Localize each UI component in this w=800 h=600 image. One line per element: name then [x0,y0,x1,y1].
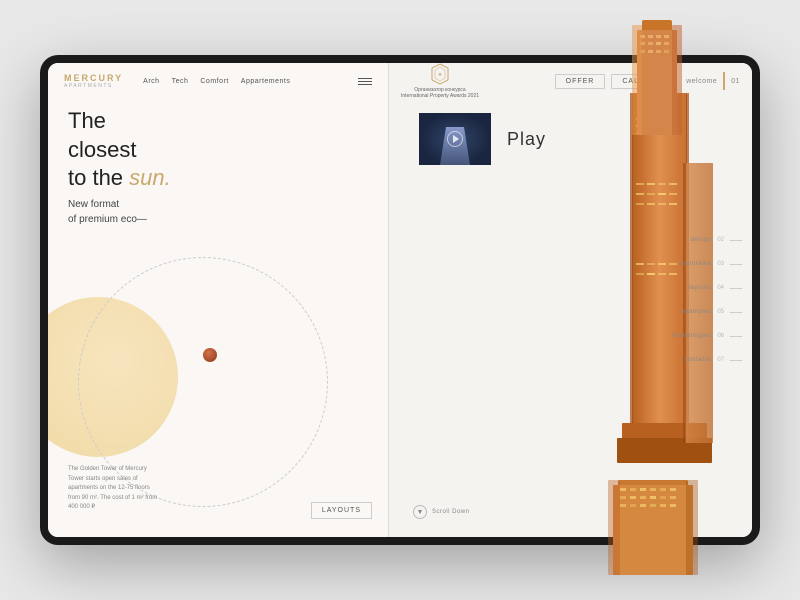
play-arrow-icon [453,135,459,143]
nav-link-tech[interactable]: Tech [172,78,189,85]
side-nav-line-examples [730,312,742,313]
side-nav-label-examples: examples [682,309,712,315]
bottom-info-text: The Golden Tower of Mercury Tower starts… [68,465,157,513]
hero-content: The closest to the sun. New format of pr… [48,99,388,227]
device-frame: MERCURY APARTMENTS Arch Tech Comfort App… [40,55,760,545]
award-logo: ★ Организатор конкурса International Pro… [401,63,479,100]
scroll-text: Scroll Down [432,509,470,515]
hamburger-line3 [358,84,372,85]
side-nav-label-panorama: panorama [680,261,711,267]
hamburger-line1 [358,78,372,79]
play-button-circle [447,131,463,147]
scroll-arrow-icon: ▼ [413,505,427,519]
camera-notch [42,285,46,315]
award-line1: Организатор конкурса [414,87,465,93]
info-line5: 400 000 ₽ [68,504,95,510]
award-line2: International Property Awards 2021 [401,93,479,99]
left-panel: MERCURY APARTMENTS Arch Tech Comfort App… [48,63,388,537]
side-nav-item-examples[interactable]: examples 05 [682,309,742,315]
right-panel: ★ Организатор конкурса International Pro… [389,63,752,537]
hero-line1: The [68,108,106,133]
nav-links: Arch Tech Comfort Appartements [143,78,358,85]
hero-subtitle: New format of premium eco— [68,197,368,227]
hamburger-line2 [358,81,372,82]
nav-link-arch[interactable]: Arch [143,78,159,85]
right-topbar: ★ Организатор конкурса International Pro… [389,63,752,99]
side-nav-line-design [730,240,742,241]
hero-subtitle-text: New format [68,199,119,210]
side-nav-label-layouts: layouts [689,285,712,291]
welcome-badge: welcome 01 [686,72,740,90]
side-nav-label-contacts: contacts [685,357,711,363]
welcome-accent-line [723,72,725,90]
side-nav-item-contacts[interactable]: contacts 07 [685,357,742,363]
side-nav-line-panorama [730,264,742,265]
side-nav-line-technologies [730,336,742,337]
hero-line3: to the [68,165,123,190]
offer-button[interactable]: OFFER [555,74,606,89]
logo-text: MERCURY [64,73,123,83]
side-nav-num-panorama: 03 [717,261,724,267]
play-label: Play [507,129,546,150]
navbar: MERCURY APARTMENTS Arch Tech Comfort App… [48,63,388,99]
side-nav-num-design: 02 [717,237,724,243]
hero-line2: closest [68,137,136,162]
call-me-button[interactable]: CALL ME [611,74,670,89]
svg-text:★: ★ [438,72,443,78]
award-text: Организатор конкурса International Prope… [401,87,479,100]
side-nav-line-contacts [730,360,742,361]
side-nav-label-design: design [691,237,712,243]
play-icon-overlay [419,113,491,165]
scroll-indicator[interactable]: ▼ Scroll Down [413,505,470,519]
play-section: Play [419,113,546,165]
side-nav-num-contacts: 07 [717,357,724,363]
side-nav-line-layouts [730,288,742,289]
info-line3: apartments on the 12-75 floors [68,485,150,491]
info-line1: The Golden Tower of Mercury [68,466,147,472]
layouts-button[interactable]: LAYOUTS [311,502,372,519]
side-nav-num-technologies: 06 [717,333,724,339]
hero-subtitle2: of premium eco— [68,214,147,225]
hero-heading: The closest to the sun. [68,107,368,193]
side-nav-num-examples: 05 [717,309,724,315]
side-nav-label-technologies: technologies [672,333,712,339]
hamburger-menu[interactable] [358,78,372,85]
welcome-text: welcome [686,78,717,85]
logo-subtext: APARTMENTS [64,83,123,89]
screen: MERCURY APARTMENTS Arch Tech Comfort App… [48,63,752,537]
side-nav-num-layouts: 04 [717,285,724,291]
award-emblem-icon: ★ [431,63,449,85]
brand-logo: MERCURY APARTMENTS [64,73,123,89]
side-navigation: design 02 panorama 03 layouts 04 example… [672,237,742,363]
side-nav-item-layouts[interactable]: layouts 04 [689,285,742,291]
nav-link-comfort[interactable]: Comfort [200,78,228,85]
side-nav-item-panorama[interactable]: panorama 03 [680,261,742,267]
play-thumbnail[interactable] [419,113,491,165]
side-nav-item-design[interactable]: design 02 [691,237,742,243]
nav-link-apartments[interactable]: Appartements [241,78,291,85]
welcome-num: 01 [731,78,740,85]
hero-sun: sun. [129,165,171,190]
side-nav-item-technologies[interactable]: technologies 06 [672,333,742,339]
top-buttons: OFFER CALL ME [555,74,670,89]
info-line2: Tower starts open sales of [68,476,138,482]
decorative-planet [203,348,217,362]
info-line4: from 90 m². The cost of 1 m² from [68,495,157,501]
